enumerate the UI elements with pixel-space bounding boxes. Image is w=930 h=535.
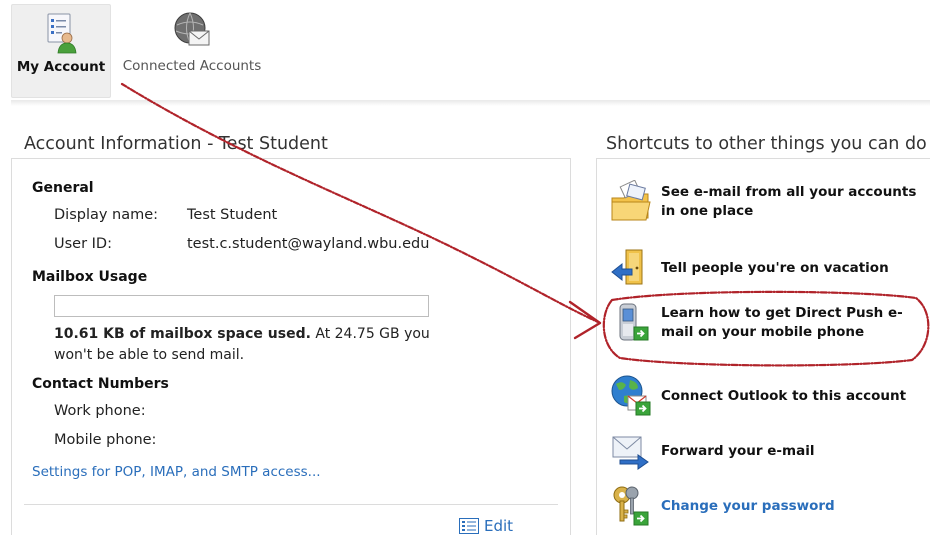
forward-mail-icon: [612, 436, 649, 470]
pop-imap-smtp-settings-link[interactable]: Settings for POP, IMAP, and SMTP access.…: [32, 464, 321, 480]
shortcut-label: Learn how to get Direct Push e-mail on y…: [661, 305, 903, 340]
account-info-panel: General Display name: Test Student User …: [11, 158, 571, 535]
panel-top-rule: [12, 158, 570, 159]
tab-my-account[interactable]: My Account: [11, 4, 111, 98]
shortcut-label: See e-mail from all your accounts in one…: [661, 184, 917, 219]
panel-divider: [24, 504, 558, 505]
shortcut-forward-email[interactable]: Forward your e-mail: [610, 429, 920, 473]
panel-top-rule: [597, 158, 930, 159]
shortcut-label: Forward your e-mail: [661, 442, 815, 459]
shortcut-label: Connect Outlook to this account: [661, 387, 907, 404]
mailbox-usage-text: 10.61 KB of mailbox space used. At 24.75…: [54, 324, 454, 366]
display-name-label: Display name:: [54, 207, 159, 223]
shortcut-label: Change your password: [661, 497, 835, 514]
mobile-phone-label: Mobile phone:: [54, 432, 157, 448]
mailbox-usage-bar: [54, 295, 429, 317]
contact-numbers-heading: Contact Numbers: [32, 376, 169, 392]
my-account-icon: [47, 13, 77, 54]
account-info-title: Account Information - Test Student: [24, 134, 328, 154]
shortcut-see-all-email[interactable]: See e-mail from all your accounts in one…: [610, 180, 920, 224]
edit-label: Edit: [484, 517, 514, 535]
nav-divider: [11, 100, 930, 106]
shortcut-direct-push[interactable]: Learn how to get Direct Push e-mail on y…: [610, 301, 920, 345]
tab-label: My Account: [16, 59, 106, 75]
tab-connected-accounts[interactable]: Connected Accounts: [116, 4, 268, 98]
shortcut-change-password[interactable]: Change your password: [610, 484, 920, 528]
tab-label: Connected Accounts: [122, 58, 262, 74]
mailbox-usage-heading: Mailbox Usage: [32, 269, 148, 285]
vacation-door-icon: [611, 249, 643, 285]
shortcut-label: Tell people you're on vacation: [661, 259, 889, 276]
display-name-value: Test Student: [187, 207, 278, 223]
mobile-phone-icon: [619, 303, 649, 341]
edit-list-icon: [459, 518, 479, 534]
outlook-globe-icon: [611, 375, 651, 416]
user-id-value: test.c.student@wayland.wbu.edu: [187, 236, 430, 252]
keys-icon: [613, 486, 649, 526]
top-navigation: My Account Connected Accounts: [0, 0, 930, 106]
mailbox-used-amount: 10.61 KB of mailbox space used.: [54, 326, 311, 342]
shortcut-connect-outlook[interactable]: Connect Outlook to this account: [610, 374, 920, 418]
work-phone-label: Work phone:: [54, 403, 146, 419]
connected-accounts-icon: [174, 12, 210, 46]
shortcuts-title: Shortcuts to other things you can do: [606, 134, 927, 154]
user-id-label: User ID:: [54, 236, 112, 252]
shortcut-vacation[interactable]: Tell people you're on vacation: [610, 246, 920, 290]
folder-mail-icon: [611, 180, 651, 221]
edit-button[interactable]: Edit: [459, 517, 513, 535]
general-heading: General: [32, 180, 94, 196]
